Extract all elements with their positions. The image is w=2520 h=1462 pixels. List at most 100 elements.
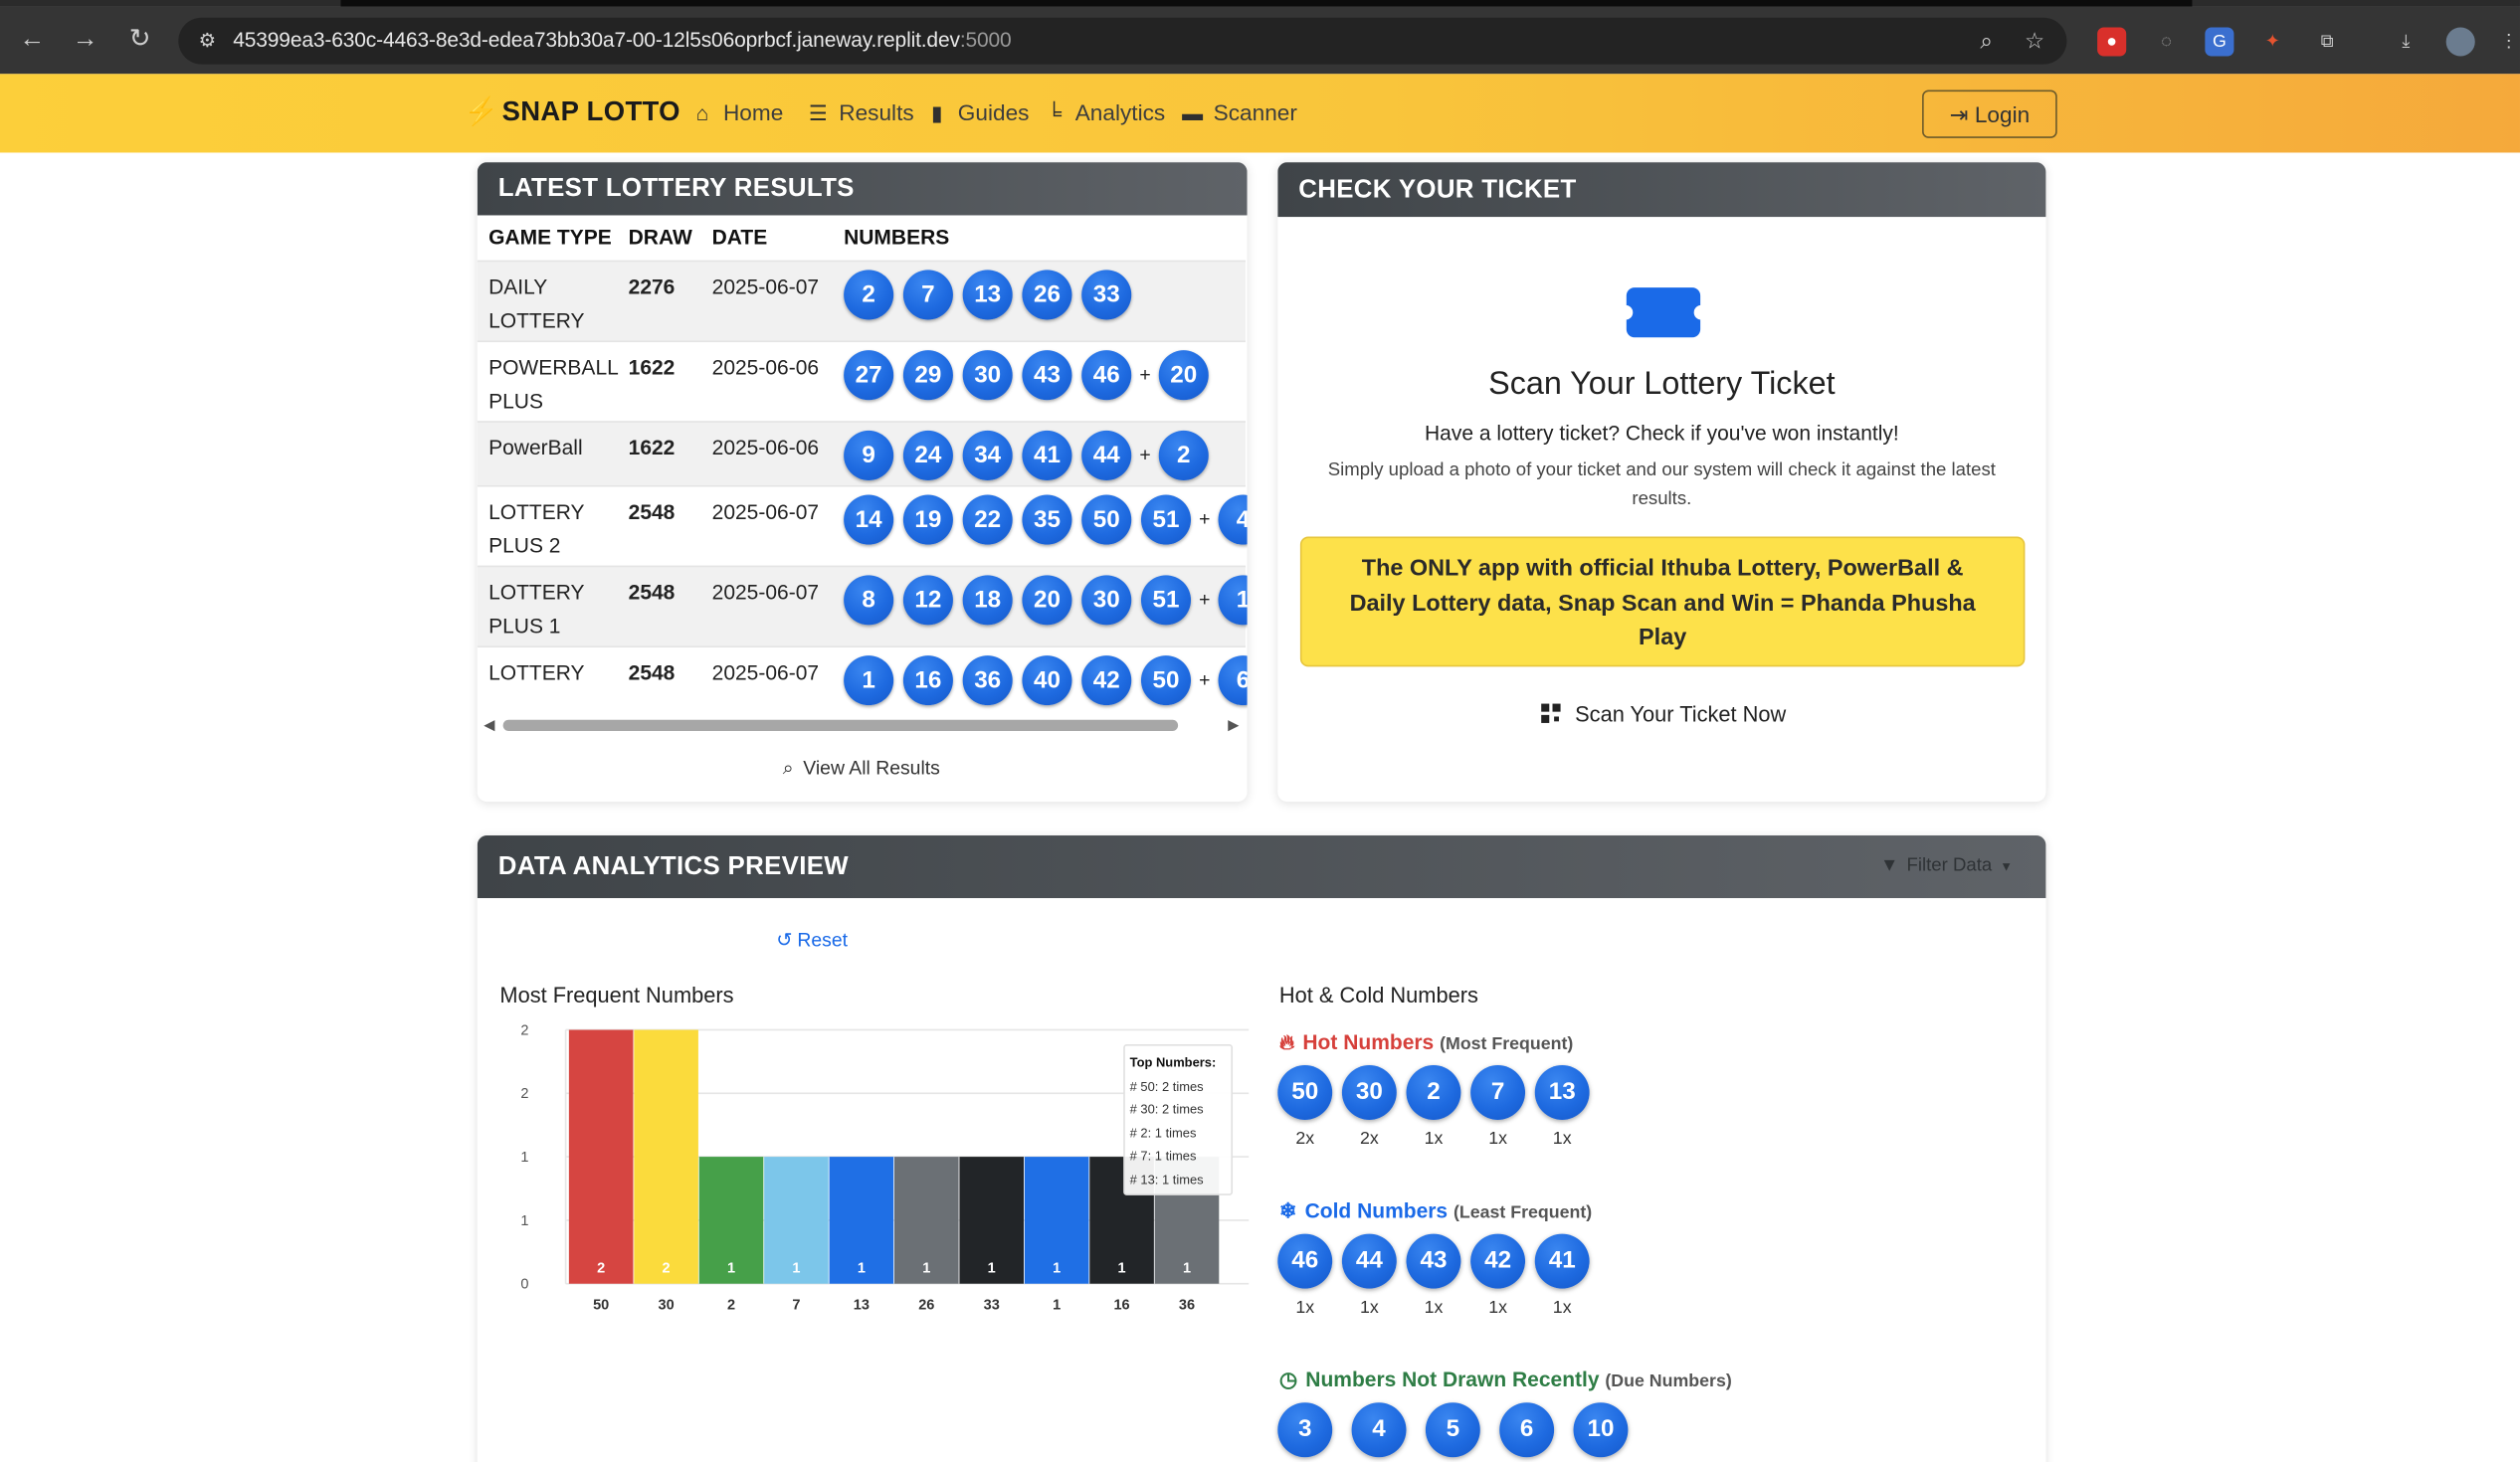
game-type-cell: LOTTERY PLUS 1 xyxy=(488,575,584,642)
nav-analytics[interactable]: ╘ Analytics xyxy=(1042,99,1165,125)
col-game-type: GAME TYPE xyxy=(488,225,612,250)
date-cell: 2025-06-07 xyxy=(711,580,820,605)
number-ball: 9 xyxy=(844,430,894,481)
browser-menu-icon[interactable]: ⋮ xyxy=(2494,27,2520,56)
table-row[interactable]: POWERBALL PLUS 1622 2025-06-06 27 29 30 43 46 +20 xyxy=(477,340,1246,421)
view-all-results-link[interactable]: ⌕ View All Results xyxy=(783,757,940,781)
bar[interactable] xyxy=(568,1029,634,1284)
bookmark-star-icon[interactable]: ☆ xyxy=(2021,26,2049,55)
results-horizontal-scrollbar[interactable]: ◀ ▶ xyxy=(481,716,1246,735)
game-type-text: PowerBall xyxy=(488,435,583,460)
x-tick-label: 30 xyxy=(659,1298,675,1314)
translate-icon[interactable]: G xyxy=(2205,27,2234,57)
scrollbar-thumb[interactable] xyxy=(502,719,1179,732)
hot-number-ball: 50 xyxy=(1277,1065,1333,1120)
most-frequent-title: Most Frequent Numbers xyxy=(499,983,734,1007)
bar-value-label: 1 xyxy=(1118,1260,1126,1276)
due-number-ball: 3 xyxy=(1277,1402,1333,1458)
download-icon[interactable]: ⤓ xyxy=(2392,27,2421,56)
qrcode-icon xyxy=(1541,703,1561,723)
cold-number-ball: 41 xyxy=(1534,1233,1590,1289)
bar-value-label: 2 xyxy=(663,1260,671,1276)
number-ball: 50 xyxy=(1081,494,1132,545)
site-settings-icon[interactable]: ⚙ xyxy=(194,27,220,53)
filter-data-dropdown[interactable]: ▼ Filter Data ▼ xyxy=(1880,856,2013,875)
tooltip-title: Top Numbers: xyxy=(1129,1055,1217,1070)
nav-guides[interactable]: ▮ Guides xyxy=(924,99,1029,126)
table-row[interactable]: LOTTERY 2548 2025-06-07 11636404250 +6 xyxy=(477,645,1248,726)
hot-count: 1x xyxy=(1488,1129,1507,1150)
address-bar[interactable]: ⚙ 45399ea3-630c-4463-8e3d-edea73bb30a7-0… xyxy=(178,17,2067,65)
cold-number-ball: 44 xyxy=(1341,1233,1397,1289)
number-ball: 34 xyxy=(962,430,1013,481)
number-ball: 29 xyxy=(902,350,953,401)
scan-heading: Scan Your Lottery Ticket xyxy=(1488,366,1836,402)
scan-ticket-now-button[interactable]: Scan Your Ticket Now xyxy=(1541,702,1786,726)
game-type-cell: LOTTERY PLUS 2 xyxy=(488,495,584,563)
search-icon: ⌕ xyxy=(782,756,794,780)
y-tick-label: 1 xyxy=(520,1213,528,1229)
scroll-left-icon[interactable]: ◀ xyxy=(484,716,494,734)
y-tick-label: 0 xyxy=(520,1277,528,1293)
number-ball: 42 xyxy=(1081,655,1132,706)
analytics-header: DATA ANALYTICS PREVIEW xyxy=(477,835,2046,899)
extension-circle-icon[interactable]: ◌ xyxy=(2152,27,2181,56)
hot-cold-title: Hot & Cold Numbers xyxy=(1278,983,1478,1007)
x-tick-label: 7 xyxy=(792,1298,800,1314)
draw-cell: 1622 xyxy=(628,435,676,460)
back-icon[interactable]: ← xyxy=(15,23,51,59)
promo-banner: The ONLY app with official Ithuba Lotter… xyxy=(1299,536,2026,667)
tooltip-line: # 13: 1 times xyxy=(1129,1173,1204,1188)
table-row[interactable]: LOTTERY PLUS 2 2548 2025-06-07 14 19 22 35 50 51 +… xyxy=(477,484,1248,566)
number-ball: 27 xyxy=(844,350,894,401)
game-type-text: DAILY xyxy=(488,274,548,299)
reload-icon[interactable]: ↻ xyxy=(122,23,158,59)
col-draw: DRAW xyxy=(628,225,692,250)
game-type-text: LOTTERY xyxy=(488,499,585,524)
login-button[interactable]: ⇥ Login xyxy=(1922,90,2057,138)
scan-subtitle: Have a lottery ticket? Check if you've w… xyxy=(1424,421,1899,446)
due-numbers-heading: ◷ Numbers Not Drawn Recently (Due Numbers… xyxy=(1278,1367,1732,1391)
book-icon: ▮ xyxy=(931,100,943,126)
scroll-right-icon[interactable]: ▶ xyxy=(1228,716,1239,734)
bar[interactable] xyxy=(634,1029,698,1284)
reset-button[interactable]: ↺ Reset xyxy=(776,929,848,952)
date-cell: 2025-06-07 xyxy=(711,499,820,524)
extension-fox-icon[interactable]: ✦ xyxy=(2258,27,2287,56)
address-url[interactable]: 45399ea3-630c-4463-8e3d-edea73bb30a7-00-… xyxy=(233,27,1012,51)
extension-shield-icon[interactable]: ● xyxy=(2097,27,2127,57)
nav-scanner[interactable]: ▬ Scanner xyxy=(1180,99,1297,125)
game-type-cell: LOTTERY xyxy=(488,655,584,689)
x-tick-label: 1 xyxy=(1053,1298,1061,1314)
clock-icon: ◷ xyxy=(1278,1367,1298,1391)
number-ball: 12 xyxy=(902,575,953,626)
hot-count: 2x xyxy=(1295,1129,1315,1150)
chart-icon: ╘ xyxy=(1047,100,1063,126)
cold-count: 1x xyxy=(1424,1298,1444,1318)
table-row[interactable]: PowerBall 1622 2025-06-06 9 24 34 41 44 +2 xyxy=(477,421,1246,485)
x-tick-label: 33 xyxy=(984,1298,1000,1314)
tooltip-line: # 7: 1 times xyxy=(1129,1149,1197,1165)
y-tick-label: 2 xyxy=(520,1086,528,1102)
game-type-cell: PowerBall xyxy=(488,431,583,464)
table-row[interactable]: DAILY LOTTERY 2276 2025-06-07 2 7 13 26 33 xyxy=(477,260,1246,341)
bar-value-label: 1 xyxy=(727,1260,735,1276)
forward-icon[interactable]: → xyxy=(68,23,103,59)
hot-count: 1x xyxy=(1552,1129,1572,1150)
number-ball: 44 xyxy=(1081,430,1132,481)
brand-logo[interactable]: ⚡ SNAP LOTTO xyxy=(465,96,680,128)
draw-cell: 2548 xyxy=(628,580,676,605)
login-icon: ⇥ xyxy=(1949,100,1975,127)
number-ball: 1 xyxy=(844,655,894,706)
y-tick-label: 1 xyxy=(520,1150,528,1166)
zoom-icon[interactable]: ⌕ xyxy=(1972,26,2001,55)
profile-avatar[interactable] xyxy=(2445,27,2475,57)
extensions-puzzle-icon[interactable]: ⧉ xyxy=(2313,27,2342,56)
table-row[interactable]: LOTTERY PLUS 1 2548 2025-06-07 81218203051 +1 xyxy=(477,565,1248,646)
nav-home[interactable]: ⌂ Home xyxy=(689,99,784,125)
game-type-text: PLUS 2 xyxy=(488,533,561,558)
bar-value-label: 1 xyxy=(922,1260,930,1276)
nav-results[interactable]: ☰ Results xyxy=(805,99,914,126)
chart-tooltip: Top Numbers: # 50: 2 times # 30: 2 times… xyxy=(1123,1044,1234,1195)
hot-number-ball: 2 xyxy=(1406,1065,1461,1120)
